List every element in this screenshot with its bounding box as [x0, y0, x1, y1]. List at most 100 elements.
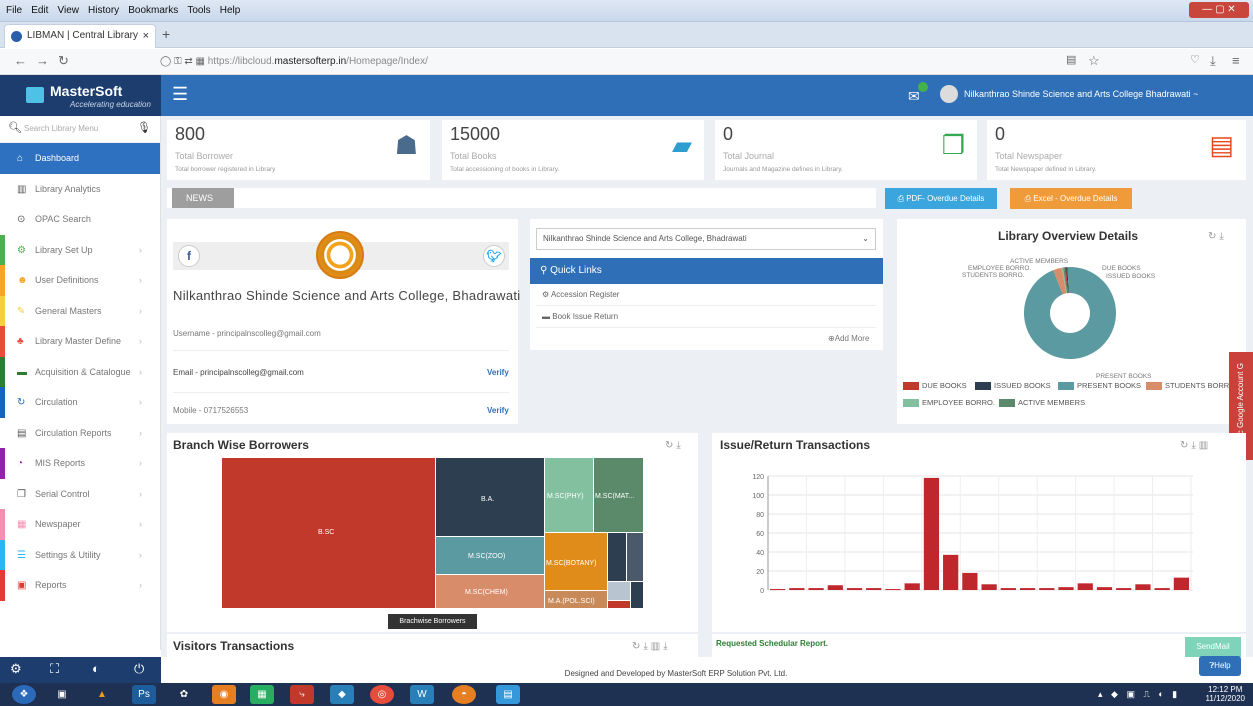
- quick-links-title: Quick Links: [550, 265, 602, 276]
- sidebar-item-serial-control[interactable]: ❐ Serial Control ›: [0, 479, 160, 510]
- pocket-icon[interactable]: ♡: [1190, 53, 1200, 66]
- quicklink-book-issue-return[interactable]: ▬ Book Issue Return: [536, 306, 876, 328]
- add-more-link[interactable]: ⊕Add More: [828, 334, 869, 343]
- sidebar-toggle-icon[interactable]: ☰: [172, 84, 188, 105]
- quicklink-accession-register[interactable]: ⚙ Accession Register: [536, 284, 876, 306]
- legend-item[interactable]: DUE BOOKS: [903, 381, 967, 391]
- start-icon[interactable]: ❖: [12, 685, 36, 704]
- user-menu[interactable]: Nilkanthrao Shinde Science and Arts Coll…: [964, 89, 1198, 99]
- download-icon[interactable]: ⤓: [1210, 53, 1216, 69]
- college-select[interactable]: Nilkanthrao Shinde Science and Arts Coll…: [536, 228, 876, 250]
- app-icon[interactable]: ◆: [330, 685, 354, 704]
- sidebar-item-general-masters[interactable]: ✎ General Masters ›: [0, 295, 160, 327]
- menu-bookmarks[interactable]: Bookmarks: [128, 0, 178, 22]
- word-icon[interactable]: W: [410, 685, 434, 704]
- reload-icon[interactable]: ↻: [58, 53, 69, 69]
- app-icon[interactable]: ▣: [50, 685, 74, 704]
- sidebar-item-library-analytics[interactable]: ▥ Library Analytics: [0, 174, 160, 205]
- address-bar[interactable]: ◯ ⚿ ⇄ ▦ https://libcloud.mastersofterp.i…: [160, 51, 1040, 73]
- mail-icon[interactable]: ✉: [908, 88, 920, 105]
- verify-email-link[interactable]: Verify: [487, 368, 509, 377]
- legend-item[interactable]: EMPLOYEE BORRO.: [903, 398, 995, 408]
- window-controls[interactable]: — ▢ ✕: [1189, 2, 1249, 18]
- stat-description: Total Newspaper defined in Library.: [995, 166, 1097, 173]
- microphone-icon[interactable]: 🎙︎: [137, 121, 151, 134]
- sidebar-item-library-set-up[interactable]: ⚙ Library Set Up ›: [0, 234, 160, 266]
- back-icon[interactable]: ←: [14, 53, 27, 68]
- menu-view[interactable]: View: [57, 0, 79, 22]
- menu-edit[interactable]: Edit: [31, 0, 48, 22]
- sidebar-item-circulation[interactable]: ↻ Circulation ›: [0, 387, 160, 418]
- verify-mobile-link[interactable]: Verify: [487, 406, 509, 415]
- notification-badge: [918, 82, 928, 92]
- bookmark-star-icon[interactable]: ☆: [1088, 53, 1100, 69]
- sidebar-item-opac-search[interactable]: ⊙ OPAC Search: [0, 204, 160, 235]
- settings-icon[interactable]: ⚙: [10, 661, 22, 677]
- system-clock[interactable]: 12:12 PM 11/12/2020: [1206, 685, 1245, 703]
- menu-tools[interactable]: Tools: [187, 0, 210, 22]
- sidebar-item-mis-reports[interactable]: ◔ MIS Reports ›: [0, 448, 160, 479]
- chrome-icon[interactable]: ◎: [370, 685, 394, 704]
- donut-callout: EMPLOYEE BORRO.: [968, 265, 1031, 272]
- sidebar-search[interactable]: 🔍︎ Search Library Menu 🎙︎: [0, 116, 161, 143]
- sidebar-item-acquisition-catalogue[interactable]: ▬ Acquisition & Catalogue ›: [0, 356, 160, 388]
- system-tray-icons[interactable]: ▴ ◆ ▣ ⎍ ◐ ▮: [1098, 689, 1180, 700]
- search-input[interactable]: Search Library Menu: [24, 124, 98, 133]
- treemap-label: B.SC: [318, 529, 334, 536]
- treemap-cell-small-1: [608, 533, 626, 581]
- help-button[interactable]: ❓︎Help: [1199, 656, 1241, 676]
- sidebar-item-circulation-reports[interactable]: ▤ Circulation Reports ›: [0, 418, 160, 449]
- sidebar-item-settings-utility[interactable]: ☰ Settings & Utility ›: [0, 539, 160, 571]
- send-mail-button[interactable]: SendMail: [1185, 637, 1241, 657]
- forward-icon[interactable]: →: [36, 53, 49, 68]
- sidebar-item-user-definitions[interactable]: ☻ User Definitions ›: [0, 265, 160, 296]
- app-logo[interactable]: MasterSoft Accelerating education: [0, 75, 161, 116]
- bar: [923, 477, 940, 590]
- browser-tab[interactable]: LIBMAN | Central Library ×: [4, 24, 156, 48]
- legend-swatch: [903, 399, 919, 408]
- legend-item[interactable]: ACTIVE MEMBERS: [999, 398, 1085, 408]
- chart-tools-icon[interactable]: ↻⤓▥: [1180, 440, 1211, 451]
- close-tab-icon[interactable]: ×: [143, 25, 149, 47]
- pdf-overdue-button[interactable]: ⎙ PDF- Overdue Details: [885, 188, 997, 209]
- pdf-icon[interactable]: ⤷: [290, 685, 314, 704]
- vlc-icon[interactable]: ▲: [90, 685, 114, 704]
- app-icon[interactable]: ◉: [212, 685, 236, 704]
- avatar[interactable]: [940, 85, 958, 103]
- firefox-icon[interactable]: ◓: [452, 685, 476, 704]
- fullscreen-icon[interactable]: ⛶: [50, 661, 59, 677]
- legend-item[interactable]: PRESENT BOOKS: [1058, 381, 1141, 391]
- chart-tools-icon[interactable]: ↻⤓▥⤓: [632, 641, 671, 652]
- menu-help[interactable]: Help: [220, 0, 241, 22]
- clock-time: 12:12 PM: [1208, 685, 1243, 694]
- new-tab-icon[interactable]: +: [162, 26, 170, 42]
- app-icon[interactable]: ▤: [496, 685, 520, 704]
- visitors-title: Visitors Transactions: [173, 639, 295, 653]
- chart-tools-icon[interactable]: ↻⤓: [665, 440, 684, 451]
- legend-swatch: [999, 399, 1015, 408]
- sidebar-item-library-master-define[interactable]: ♣ Library Master Define ›: [0, 326, 160, 357]
- sidebar-item-newspaper[interactable]: ▦ Newspaper ›: [0, 509, 160, 540]
- menu-file[interactable]: File: [6, 0, 22, 22]
- lock-icon[interactable]: ◐: [92, 661, 100, 676]
- sidebar-item-reports[interactable]: ▣ Reports ›: [0, 570, 160, 601]
- facebook-icon[interactable]: f: [178, 245, 200, 267]
- menu-history[interactable]: History: [88, 0, 119, 22]
- reader-icon[interactable]: ▤: [1066, 53, 1076, 66]
- app-icon[interactable]: ✿: [172, 685, 196, 704]
- stat-label: Total Books: [450, 151, 497, 161]
- legend-item[interactable]: ISSUED BOOKS: [975, 381, 1051, 391]
- stat-value: 15000: [450, 124, 501, 144]
- sidebar-item-label: Library Analytics: [35, 183, 101, 194]
- sidebar-item-label: Circulation: [35, 397, 78, 407]
- power-icon[interactable]: ⏻: [134, 661, 144, 677]
- chart-tools-icon[interactable]: ↻⤓: [1208, 231, 1227, 242]
- sidebar-item-dashboard[interactable]: ⌂ Dashboard: [0, 143, 160, 174]
- excel-icon[interactable]: ▦: [250, 685, 274, 704]
- bar: [1135, 584, 1151, 590]
- twitter-icon[interactable]: 🐦︎: [483, 245, 505, 267]
- excel-overdue-button[interactable]: ⎙ Excel - Overdue Details: [1010, 188, 1132, 209]
- hamburger-menu-icon[interactable]: ≡: [1232, 53, 1240, 68]
- photoshop-icon[interactable]: Ps: [132, 685, 156, 704]
- legend-item[interactable]: STUDENTS BORR: [1146, 381, 1229, 391]
